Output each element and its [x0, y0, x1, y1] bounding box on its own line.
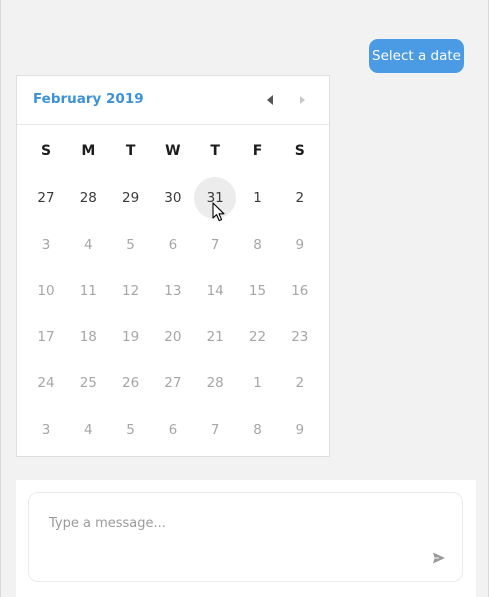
month-title: February 2019 [33, 91, 144, 107]
calendar-day: 20 [164, 329, 182, 346]
calendar-day: 4 [84, 236, 93, 253]
calendar-day: 9 [295, 236, 305, 253]
message-composer [28, 492, 463, 582]
calendar-day: 7 [210, 236, 220, 253]
calendar-day[interactable]: 28 [67, 177, 109, 219]
weekday-label: T [210, 143, 220, 159]
calendar-day[interactable]: 29 [110, 177, 152, 219]
caret-right-icon [300, 96, 305, 104]
calendar-day: 22 [248, 329, 267, 346]
calendar-week-row: 3 4 5 6 7 8 9 [19, 224, 329, 270]
calendar-day[interactable]: 1 [237, 177, 279, 219]
calendar-day: 8 [253, 236, 262, 253]
calendar-day: 3 [41, 236, 51, 253]
message-input[interactable] [47, 511, 411, 535]
calendar-day: 12 [122, 282, 140, 299]
calendar-week-row: 27 28 29 30 31 1 2 [19, 177, 329, 223]
weekday-label: S [294, 143, 305, 159]
calendar-day[interactable]: 31 [194, 177, 237, 220]
calendar-day[interactable]: 30 [152, 177, 194, 219]
calendar-day: 11 [79, 282, 97, 299]
calendar-day: 10 [37, 282, 55, 299]
calendar-day: 25 [79, 375, 97, 392]
next-month-button[interactable] [294, 92, 310, 108]
calendar-day: 3 [41, 421, 51, 438]
previous-month-button[interactable] [262, 92, 278, 108]
weekday-header-row: SMTWTFS [19, 131, 329, 177]
composer-panel [16, 480, 476, 597]
calendar-day: 7 [210, 421, 220, 438]
caret-left-icon [267, 95, 273, 105]
calendar-day: 1 [253, 375, 262, 392]
calendar-day: 23 [291, 329, 309, 346]
calendar-day: 27 [164, 375, 182, 392]
date-picker: February 2019 S M T W T F S 27 28 29 30 31 1 2 3 4 5 6 7 8 9… [16, 75, 330, 457]
calendar-day: 4 [84, 421, 93, 438]
calendar-day: 9 [295, 421, 305, 438]
calendar-day: 5 [126, 421, 135, 438]
calendar-day: 6 [168, 236, 178, 253]
weekday-label: M [81, 143, 96, 159]
calendar-day: 6 [168, 421, 178, 438]
weekday-label: W [165, 143, 181, 159]
calendar-day: 5 [126, 236, 135, 253]
calendar-header: February 2019 [17, 76, 329, 125]
calendar-day: 13 [164, 282, 182, 299]
weekday-label: F [252, 143, 263, 159]
weekday-label: T [125, 143, 136, 159]
calendar-week-row: 10 11 12 13 14 15 16 [19, 270, 329, 316]
calendar-grid: S M T W T F S 27 28 29 30 31 1 2 3 4 5 6 7 8 9 10 11 12 13 14 15 16… [19, 131, 329, 455]
calendar-day: 24 [37, 375, 55, 392]
calendar-day: 15 [248, 282, 267, 299]
calendar-day: 18 [79, 329, 97, 346]
calendar-day: 8 [253, 421, 262, 438]
calendar-day: 14 [206, 282, 224, 299]
calendar-day[interactable]: 27 [25, 177, 67, 219]
calendar-week-row: 24 25 26 27 28 1 2 [19, 362, 329, 408]
select-date-chip[interactable]: Select a date [369, 39, 464, 73]
calendar-day: 2 [295, 375, 305, 392]
calendar-day: 19 [122, 329, 140, 346]
calendar-day: 17 [37, 329, 55, 346]
calendar-day: 26 [122, 375, 140, 392]
calendar-day[interactable]: 2 [279, 177, 321, 219]
send-icon[interactable] [432, 551, 446, 565]
calendar-week-row: 3 4 5 6 7 8 9 [19, 409, 329, 455]
calendar-week-row: 17 18 19 20 21 22 23 [19, 316, 329, 362]
calendar-day: 16 [291, 282, 309, 299]
weekday-label: S [40, 143, 52, 159]
calendar-day: 28 [206, 375, 224, 392]
calendar-day: 21 [206, 329, 224, 346]
